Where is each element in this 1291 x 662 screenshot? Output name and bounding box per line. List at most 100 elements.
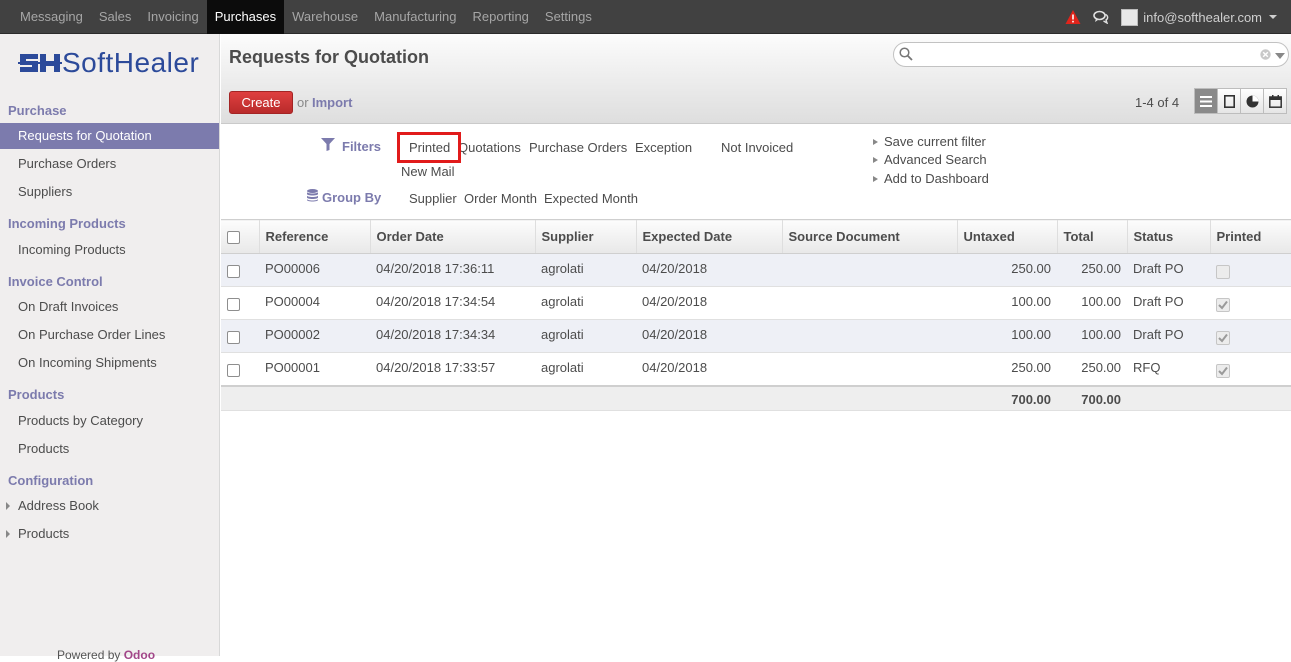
column-reference[interactable]: Reference (258, 219, 370, 254)
column-order-date[interactable]: Order Date (369, 219, 535, 254)
company-logo[interactable]: SoftHealer (18, 47, 202, 79)
table-row[interactable]: PO00001 04/20/2018 17:33:57 agrolati 04/… (221, 352, 1291, 386)
menu-warehouse[interactable]: Warehouse (284, 0, 366, 34)
filter-purchase-orders[interactable]: Purchase Orders (529, 140, 627, 155)
search-options-toggle-icon[interactable] (1275, 53, 1285, 59)
checkmark-icon (1218, 333, 1228, 343)
menu-settings[interactable]: Settings (537, 0, 600, 34)
odoo-link[interactable]: Odoo (124, 648, 155, 662)
sidebar: SoftHealer Purchase Requests for Quotati… (0, 34, 220, 662)
menu-reporting[interactable]: Reporting (465, 0, 537, 34)
expand-arrow-icon (873, 157, 878, 163)
totals-spacer (370, 384, 535, 411)
expected-date-cell: 04/20/2018 (636, 352, 782, 386)
group-by-expected-month[interactable]: Expected Month (544, 191, 638, 206)
printed-cell (1210, 286, 1291, 320)
sidebar-item-products[interactable]: Products (0, 436, 219, 462)
menu-messaging[interactable]: Messaging (12, 0, 91, 34)
column-supplier[interactable]: Supplier (534, 219, 636, 254)
row-checkbox[interactable] (227, 331, 240, 344)
totals-spacer (1210, 384, 1291, 411)
expand-arrow-icon (873, 139, 878, 145)
column-expected-date[interactable]: Expected Date (635, 219, 782, 254)
expected-date-cell: 04/20/2018 (636, 319, 782, 353)
sidebar-item-address-book[interactable]: Address Book (0, 493, 219, 519)
total-cell: 100.00 (1057, 286, 1127, 320)
row-select-cell (221, 253, 259, 287)
menu-purchases[interactable]: Purchases (206, 0, 285, 34)
column-printed[interactable]: Printed (1209, 219, 1291, 254)
menu-manufacturing[interactable]: Manufacturing (366, 0, 464, 34)
order-date-cell: 04/20/2018 17:34:34 (370, 319, 535, 353)
calendar-view-button[interactable] (1263, 88, 1287, 114)
import-link[interactable]: Import (312, 95, 352, 110)
totals-spacer (535, 384, 636, 411)
expand-triangle-icon[interactable] (6, 502, 10, 510)
sidebar-item-on-incoming-shipments[interactable]: On Incoming Shipments (0, 350, 219, 376)
menu-sales[interactable]: Sales (91, 0, 140, 34)
pager[interactable]: 1-4 of 4 (1135, 95, 1179, 110)
sidebar-item-on-purchase-order-lines[interactable]: On Purchase Order Lines (0, 322, 219, 348)
order-date-cell: 04/20/2018 17:34:54 (370, 286, 535, 320)
sidebar-item-label: Address Book (18, 498, 99, 513)
user-email[interactable]: info@softhealer.com (1143, 10, 1262, 25)
form-view-button[interactable] (1217, 88, 1241, 114)
row-checkbox[interactable] (227, 364, 240, 377)
column-untaxed[interactable]: Untaxed (956, 219, 1057, 254)
search-input[interactable] (918, 46, 1252, 63)
filter-new-mail[interactable]: New Mail (401, 164, 454, 179)
untaxed-cell: 250.00 (957, 253, 1057, 287)
printed-cell (1210, 352, 1291, 386)
source-document-cell (782, 286, 957, 320)
menu-invoicing[interactable]: Invoicing (139, 0, 206, 34)
create-button[interactable]: Create (229, 91, 293, 114)
add-to-dashboard-link[interactable]: Add to Dashboard (884, 171, 989, 186)
supplier-cell: agrolati (535, 319, 636, 353)
chevron-down-icon[interactable] (1269, 15, 1277, 19)
sidebar-item-on-draft-invoices[interactable]: On Draft Invoices (0, 294, 219, 320)
sidebar-item-suppliers[interactable]: Suppliers (0, 179, 219, 205)
page-title: Requests for Quotation (229, 47, 430, 67)
total-cell: 250.00 (1057, 352, 1127, 386)
group-by-supplier[interactable]: Supplier (409, 191, 457, 206)
column-source-document[interactable]: Source Document (781, 219, 957, 254)
sidebar-item-incoming-products[interactable]: Incoming Products (0, 237, 219, 263)
totals-spacer (1127, 384, 1210, 411)
calendar-icon (1268, 94, 1282, 108)
filter-quotations[interactable]: Quotations (458, 140, 521, 155)
top-menu: Messaging Sales Invoicing Purchases Ware… (12, 0, 600, 34)
table-row[interactable]: PO00004 04/20/2018 17:34:54 agrolati 04/… (221, 286, 1291, 320)
status-cell: Draft PO (1127, 319, 1210, 353)
table-row[interactable]: PO00006 04/20/2018 17:36:11 agrolati 04/… (221, 253, 1291, 287)
column-status[interactable]: Status (1126, 219, 1210, 254)
section-products: Products (8, 387, 65, 402)
save-current-filter-link[interactable]: Save current filter (884, 134, 986, 149)
sidebar-item-requests-for-quotation[interactable]: Requests for Quotation (0, 123, 219, 149)
row-checkbox[interactable] (227, 298, 240, 311)
sidebar-item-config-products[interactable]: Products (0, 521, 219, 547)
avatar[interactable] (1121, 8, 1139, 26)
totals-row: 700.00 700.00 (221, 384, 1291, 411)
filter-exception[interactable]: Exception (635, 140, 692, 155)
list-view-button[interactable] (1194, 88, 1218, 114)
table-row[interactable]: PO00002 04/20/2018 17:34:34 agrolati 04/… (221, 319, 1291, 353)
graph-view-button[interactable] (1240, 88, 1264, 114)
column-total[interactable]: Total (1056, 219, 1127, 254)
expand-triangle-icon[interactable] (6, 530, 10, 538)
search-box[interactable] (893, 42, 1289, 67)
totals-spacer (221, 384, 259, 411)
form-icon (1223, 94, 1235, 108)
select-all-checkbox[interactable] (227, 230, 240, 244)
advanced-search-link[interactable]: Advanced Search (884, 152, 987, 167)
filter-not-invoiced[interactable]: Not Invoiced (721, 140, 793, 155)
clear-icon[interactable] (1260, 49, 1271, 60)
status-cell: Draft PO (1127, 286, 1210, 320)
sidebar-item-purchase-orders[interactable]: Purchase Orders (0, 151, 219, 177)
row-checkbox[interactable] (227, 265, 240, 278)
group-by-order-month[interactable]: Order Month (464, 191, 537, 206)
warning-icon[interactable] (1065, 9, 1081, 25)
sidebar-item-products-by-category[interactable]: Products by Category (0, 408, 219, 434)
expand-arrow-icon (873, 176, 878, 182)
chat-icon[interactable] (1093, 10, 1109, 24)
checkmark-icon (1218, 366, 1228, 376)
